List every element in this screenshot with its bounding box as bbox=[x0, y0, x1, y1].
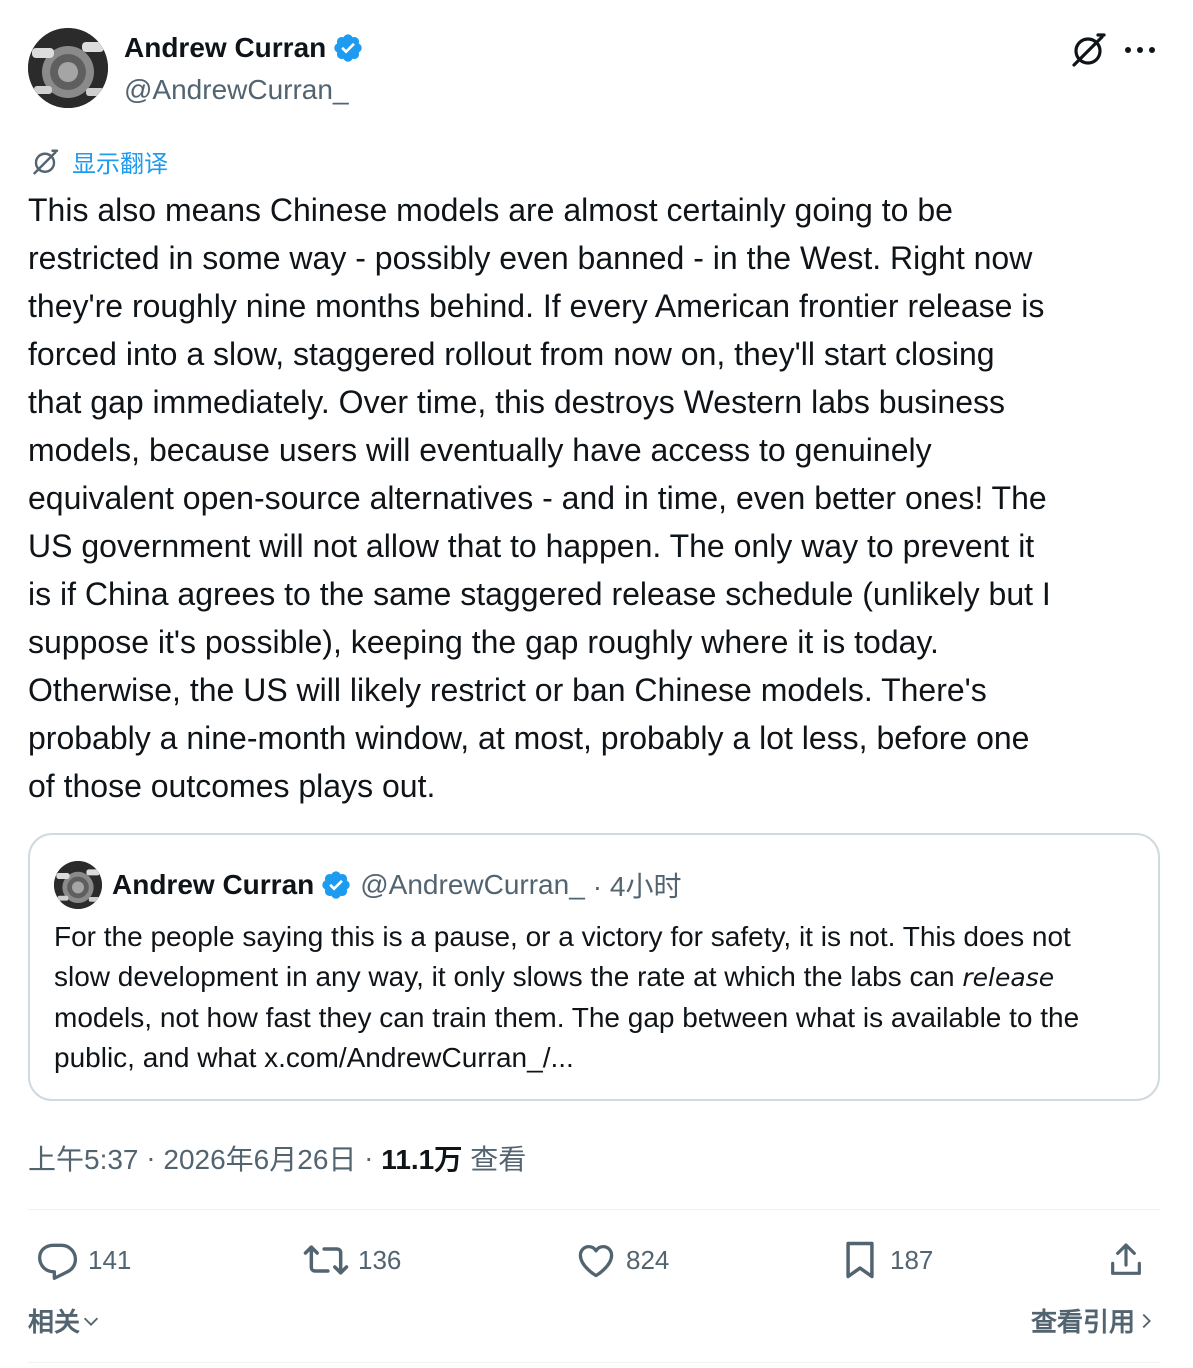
author-name-row[interactable]: Andrew Curran bbox=[124, 32, 364, 64]
quoted-tweet-header: Andrew Curran @AndrewCurran_ · 4小时 bbox=[54, 861, 682, 909]
reply-icon bbox=[38, 1243, 78, 1280]
tweet-text: This also means Chinese models are almos… bbox=[28, 192, 1051, 804]
quoted-text-emphasis: release bbox=[962, 963, 1055, 992]
share-button[interactable] bbox=[1104, 1238, 1148, 1282]
more-horizontal-icon bbox=[1125, 47, 1155, 53]
share-icon bbox=[1111, 1243, 1141, 1275]
bookmark-button[interactable]: 187 bbox=[838, 1232, 933, 1288]
heart-icon bbox=[578, 1244, 614, 1278]
divider bbox=[28, 1209, 1160, 1210]
tweet-header: Andrew Curran @AndrewCurran_ bbox=[28, 28, 1162, 112]
views-label: 查看 bbox=[470, 1144, 527, 1175]
meta-separator: · bbox=[356, 1142, 382, 1173]
quoted-text-part-1: For the people saying this is a pause, o… bbox=[54, 921, 1071, 992]
view-quotes-link[interactable]: 查看引用 bbox=[1031, 1302, 1157, 1339]
tweet-date[interactable]: 2026年6月26日 bbox=[163, 1138, 356, 1178]
quoted-tweet[interactable]: Andrew Curran @AndrewCurran_ · 4小时 For t… bbox=[28, 833, 1160, 1101]
quoted-avatar bbox=[54, 861, 102, 909]
bookmark-icon bbox=[846, 1241, 874, 1279]
quoted-text-part-2: models, not how fast they can train them… bbox=[54, 1002, 1080, 1073]
chevron-down-icon bbox=[83, 1317, 99, 1326]
show-translation-link[interactable]: 显示翻译 bbox=[30, 144, 168, 179]
reply-count: 141 bbox=[88, 1244, 132, 1275]
avatar[interactable] bbox=[28, 28, 108, 108]
repost-count: 136 bbox=[358, 1244, 402, 1275]
meta-separator: · bbox=[138, 1142, 164, 1173]
grok-icon bbox=[1072, 33, 1106, 67]
repost-button[interactable]: 136 bbox=[302, 1232, 401, 1288]
author-name[interactable]: Andrew Curran bbox=[124, 32, 326, 64]
verified-badge-icon bbox=[334, 34, 362, 62]
related-toggle[interactable]: 相关 bbox=[28, 1302, 102, 1339]
show-translation-label[interactable]: 显示翻译 bbox=[72, 144, 168, 179]
related-label: 相关 bbox=[28, 1307, 81, 1337]
tweet-time[interactable]: 上午5:37 bbox=[28, 1138, 139, 1178]
repost-icon bbox=[303, 1245, 349, 1275]
quoted-tweet-text: For the people saying this is a pause, o… bbox=[54, 917, 1134, 1078]
like-button[interactable]: 824 bbox=[574, 1232, 669, 1288]
quoted-tweet-time: · 4小时 bbox=[592, 871, 682, 902]
grok-button[interactable] bbox=[1066, 28, 1110, 72]
grok-translate-icon bbox=[33, 149, 59, 174]
quoted-verified-badge-icon bbox=[322, 871, 350, 899]
tweet-meta: 上午5:37 · 2026年6月26日 · 11.1万 查看 bbox=[28, 1138, 526, 1178]
author-handle[interactable]: @AndrewCurran_ bbox=[124, 74, 349, 106]
like-count: 824 bbox=[626, 1244, 670, 1275]
quoted-author-name: Andrew Curran bbox=[112, 869, 315, 900]
views-count: 11.1万 bbox=[381, 1144, 463, 1175]
more-options-button[interactable] bbox=[1118, 30, 1162, 70]
bookmark-count: 187 bbox=[890, 1244, 934, 1275]
action-bar: 141 136 824 187 bbox=[28, 1232, 1160, 1288]
quoted-author-handle: @AndrewCurran_ bbox=[360, 869, 585, 900]
avatar-image bbox=[28, 28, 108, 108]
chevron-right-icon bbox=[1142, 1313, 1151, 1328]
divider bbox=[28, 1362, 1160, 1363]
quoted-avatar-image bbox=[54, 861, 102, 909]
view-quotes-label: 查看引用 bbox=[1030, 1307, 1135, 1337]
reply-button[interactable]: 141 bbox=[36, 1232, 131, 1288]
